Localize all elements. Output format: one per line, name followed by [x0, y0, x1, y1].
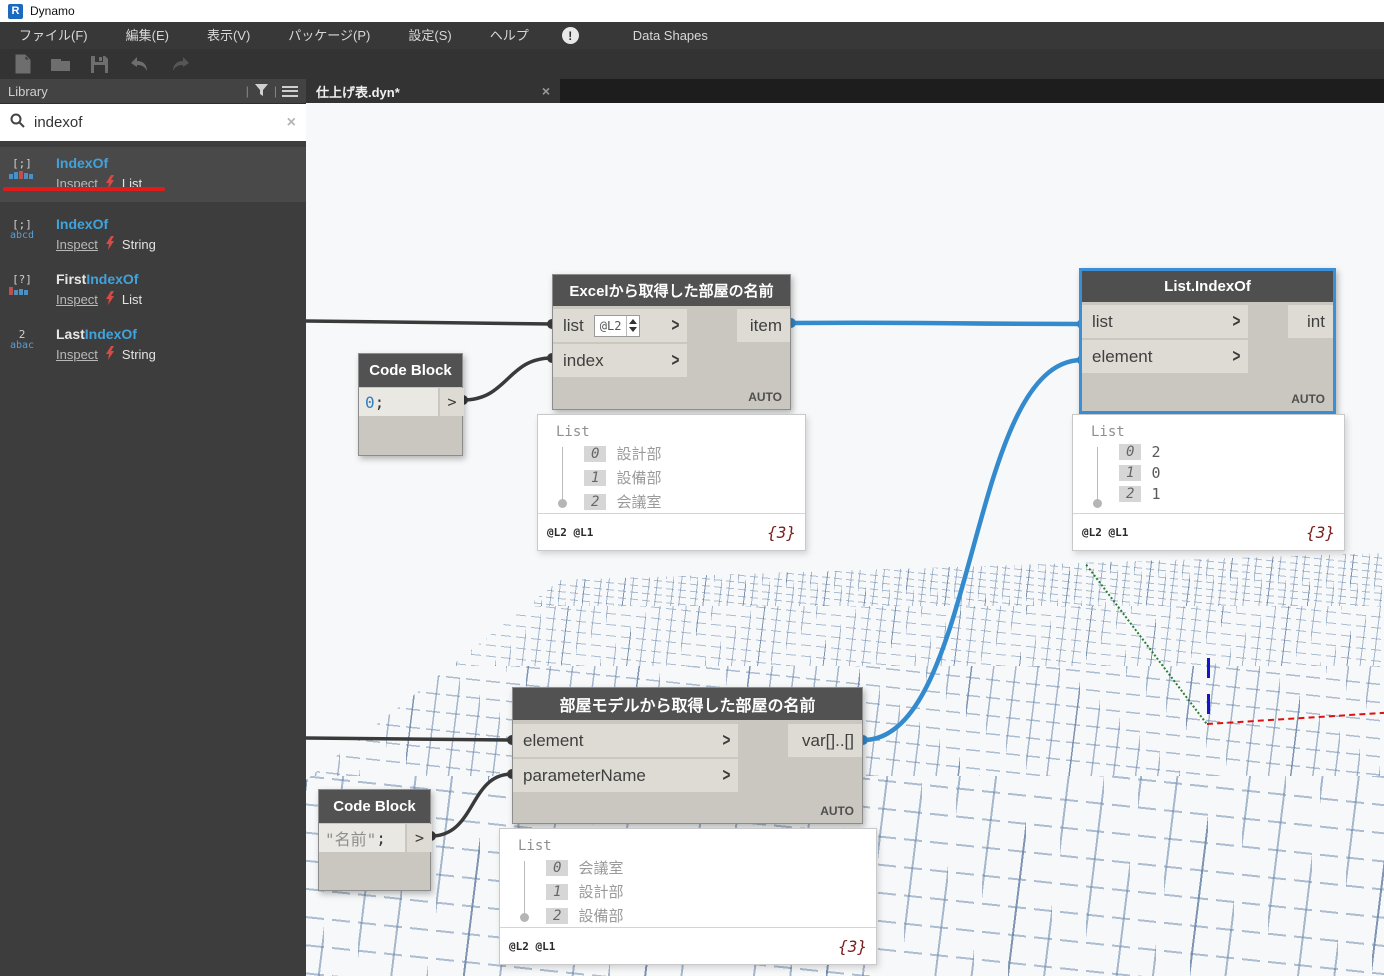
library-item-indexof-string[interactable]: [;] abcd IndexOf Inspect String: [0, 208, 306, 263]
red-annotation-underline: [3, 187, 165, 191]
filter-icon[interactable]: [254, 83, 269, 100]
search-input[interactable]: indexof: [34, 114, 278, 131]
library-search[interactable]: indexof ×: [0, 104, 306, 141]
undo-icon[interactable]: [127, 55, 151, 73]
save-icon[interactable]: [90, 55, 109, 74]
chevron-right-icon[interactable]: >: [672, 350, 680, 371]
wire-code2-to-parametername[interactable]: [430, 772, 513, 838]
menu-packages[interactable]: パッケージ(P): [269, 22, 389, 49]
lightning-icon: [105, 236, 115, 253]
tab-active[interactable]: 仕上げ表.dyn* ×: [306, 79, 560, 103]
input-port-index[interactable]: index >: [553, 344, 687, 377]
inspect-link[interactable]: Inspect: [56, 347, 98, 362]
input-port-list[interactable]: list @L2 >: [553, 309, 687, 342]
chevron-right-icon[interactable]: >: [672, 315, 680, 336]
preview-footer: @L2 @L1 {3}: [1073, 513, 1344, 550]
code-block-editor[interactable]: 0;: [359, 388, 438, 416]
node-title[interactable]: Code Block: [359, 354, 462, 387]
menu-edit[interactable]: 編集(E): [107, 22, 188, 49]
menu-file[interactable]: ファイル(F): [0, 22, 107, 49]
library-layout-icon[interactable]: [282, 85, 298, 97]
menu-bar: ファイル(F) 編集(E) 表示(V) パッケージ(P) 設定(S) ヘルプ !…: [0, 22, 1384, 49]
output-port-int[interactable]: int: [1288, 305, 1333, 338]
inspect-link[interactable]: Inspect: [56, 292, 98, 307]
preview-bubble-room[interactable]: List 0 会議室 1 設計部 2 設備部 @L2 @L1 {3}: [499, 828, 877, 965]
title-bar: R Dynamo: [0, 0, 1384, 22]
chevron-right-icon[interactable]: >: [723, 765, 731, 786]
notifications-warning-icon[interactable]: !: [561, 27, 579, 44]
input-port-element[interactable]: element >: [513, 724, 738, 757]
input-port-parametername[interactable]: parameterName >: [513, 759, 738, 792]
spinner-up-icon[interactable]: [629, 319, 638, 324]
wire-item-to-list[interactable]: [790, 320, 1083, 327]
tab-close-icon[interactable]: ×: [542, 83, 550, 99]
code-block-output-port[interactable]: >: [407, 824, 432, 852]
preview-bubble-indexof[interactable]: List 02 10 21 @L2 @L1 {3}: [1072, 414, 1345, 551]
app-title: Dynamo: [30, 4, 75, 18]
workspace-canvas[interactable]: Excelから取得した部屋の名前 list @L2 > index > item…: [306, 103, 1384, 976]
node-excel-room-names[interactable]: Excelから取得した部屋の名前 list @L2 > index > item…: [552, 274, 791, 410]
open-folder-icon[interactable]: [50, 55, 72, 73]
node-code-block-zero[interactable]: Code Block 0; >: [358, 353, 464, 456]
library-panel: Library | | indexof × [;] IndexOf Inspec…: [0, 79, 306, 976]
output-port-var[interactable]: var[]..[]: [788, 724, 862, 757]
chevron-right-icon[interactable]: >: [723, 730, 731, 751]
preview-bubble-excel[interactable]: List 0 設計部 1 設備部 2 会議室 @L2 @L1 {3}: [537, 414, 806, 551]
input-port-list[interactable]: list >: [1082, 305, 1248, 338]
toolbar: [0, 49, 1384, 79]
menu-help[interactable]: ヘルプ: [471, 22, 548, 49]
node-room-model-names[interactable]: 部屋モデルから取得した部屋の名前 element > parameterName…: [512, 687, 863, 824]
chevron-right-icon[interactable]: >: [1233, 311, 1241, 332]
lacing-mode[interactable]: AUTO: [748, 390, 782, 404]
node-title[interactable]: 部屋モデルから取得した部屋の名前: [513, 688, 862, 720]
lightning-icon: [105, 291, 115, 308]
node-type-icon: [;] abcd: [9, 218, 35, 241]
spinner-down-icon[interactable]: [629, 327, 638, 332]
menu-settings[interactable]: 設定(S): [389, 22, 470, 49]
code-block-editor[interactable]: "名前";: [319, 824, 405, 852]
revit-logo-icon: R: [8, 3, 23, 19]
node-title[interactable]: Code Block: [319, 790, 430, 823]
node-type-icon: [?]: [0, 271, 44, 308]
lacing-level-spinner[interactable]: @L2: [593, 314, 641, 337]
library-header: Library | |: [0, 79, 306, 104]
redo-icon[interactable]: [169, 55, 193, 73]
lightning-icon: [105, 346, 115, 363]
tab-strip: 仕上げ表.dyn* ×: [306, 79, 1384, 103]
search-icon: [10, 113, 25, 133]
wire-to-room-element[interactable]: [306, 736, 513, 742]
wire-var-to-element[interactable]: [862, 357, 1083, 743]
library-item-indexof-list[interactable]: [;] IndexOf Inspect List: [0, 147, 306, 202]
node-code-block-name[interactable]: Code Block "名前"; >: [318, 789, 432, 891]
input-port-element[interactable]: element >: [1082, 340, 1248, 373]
library-item-lastindexof[interactable]: 2 abac LastIndexOf Inspect String: [0, 318, 306, 373]
node-title[interactable]: List.IndexOf: [1082, 271, 1333, 302]
clear-search-icon[interactable]: ×: [287, 114, 296, 132]
library-title: Library: [8, 83, 48, 99]
library-item-firstindexof[interactable]: [?] FirstIndexOf Inspect List: [0, 263, 306, 318]
menu-data-shapes[interactable]: Data Shapes: [593, 22, 748, 49]
code-block-output-port[interactable]: >: [440, 388, 464, 416]
chevron-right-icon[interactable]: >: [1233, 346, 1241, 367]
menu-view[interactable]: 表示(V): [188, 22, 269, 49]
node-title[interactable]: Excelから取得した部屋の名前: [553, 275, 790, 306]
wire-code1-to-index[interactable]: [462, 356, 553, 402]
output-port-item[interactable]: item: [737, 309, 790, 342]
node-type-icon: 2 abac: [9, 328, 35, 351]
new-file-icon[interactable]: [14, 54, 32, 74]
lacing-mode[interactable]: AUTO: [820, 804, 854, 818]
lacing-mode[interactable]: AUTO: [1291, 392, 1325, 406]
tab-label: 仕上げ表.dyn*: [316, 84, 400, 100]
preview-footer: @L2 @L1 {3}: [500, 927, 876, 964]
inspect-link[interactable]: Inspect: [56, 237, 98, 252]
node-list-indexof[interactable]: List.IndexOf list > element > int AUTO: [1079, 268, 1336, 414]
preview-footer: @L2 @L1 {3}: [538, 513, 805, 550]
wire-to-excel-list[interactable]: [306, 319, 553, 326]
